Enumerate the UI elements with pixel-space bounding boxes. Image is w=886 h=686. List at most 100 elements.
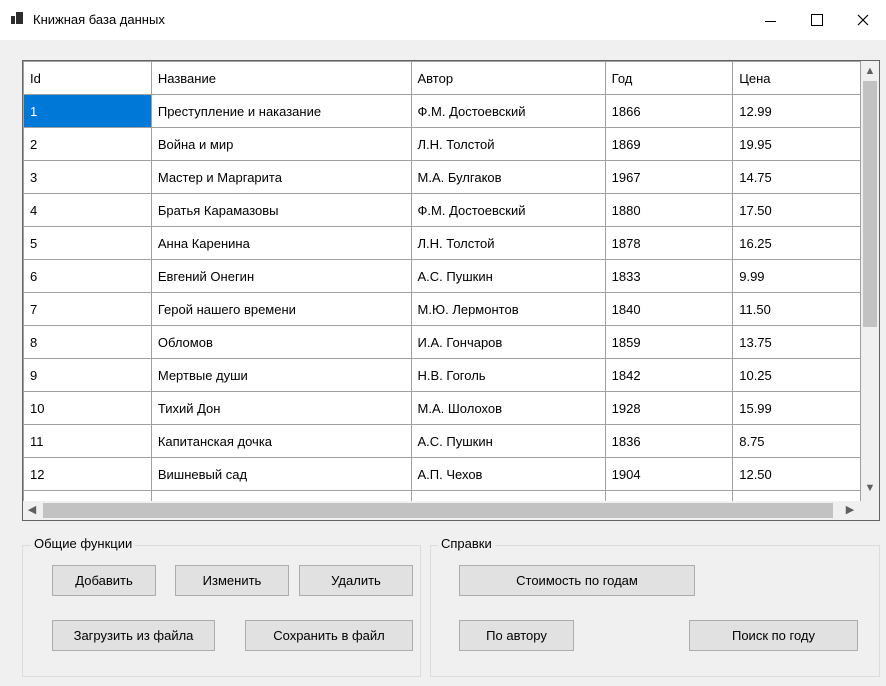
column-header-year[interactable]: Год <box>604 61 734 95</box>
load-from-file-button[interactable]: Загрузить из файла <box>52 620 215 651</box>
cell-title[interactable]: Тихий Дон <box>150 391 412 425</box>
cell-year[interactable]: 1840 <box>604 292 734 326</box>
table-row-partial[interactable] <box>23 490 861 501</box>
cell-id[interactable]: 9 <box>23 358 152 392</box>
table-row[interactable]: 2 Война и мир Л.Н. Толстой 1869 19.95 <box>23 127 861 161</box>
cell-year[interactable]: 1967 <box>604 160 734 194</box>
cell-id[interactable]: 8 <box>23 325 152 359</box>
search-by-year-button[interactable]: Поиск по году <box>689 620 858 651</box>
cell-price[interactable]: 15.99 <box>732 391 861 425</box>
table-row[interactable]: 4 Братья Карамазовы Ф.М. Достоевский 188… <box>23 193 861 227</box>
cell-title[interactable]: Вишневый сад <box>150 457 412 491</box>
cell-year[interactable]: 1836 <box>604 424 734 458</box>
cell-title[interactable]: Мертвые души <box>150 358 412 392</box>
cell-title[interactable]: Евгений Онегин <box>150 259 412 293</box>
table-row[interactable]: 11 Капитанская дочка А.С. Пушкин 1836 8.… <box>23 424 861 458</box>
cell-year[interactable]: 1866 <box>604 94 734 128</box>
cell-year[interactable]: 1880 <box>604 193 734 227</box>
cell-title[interactable]: Обломов <box>150 325 412 359</box>
vertical-scrollbar[interactable]: ▲ ▼ <box>861 61 879 501</box>
cell-year[interactable] <box>604 490 734 501</box>
cell-author[interactable]: М.А. Шолохов <box>410 391 606 425</box>
column-header-title[interactable]: Название <box>150 61 412 95</box>
edit-button[interactable]: Изменить <box>175 565 289 596</box>
delete-button[interactable]: Удалить <box>299 565 413 596</box>
table-row[interactable]: 1 Преступление и наказание Ф.М. Достоевс… <box>23 94 861 128</box>
close-button[interactable] <box>840 0 886 40</box>
cell-id[interactable]: 6 <box>23 259 152 293</box>
cell-title[interactable]: Капитанская дочка <box>150 424 412 458</box>
cell-author[interactable]: Л.Н. Толстой <box>410 127 606 161</box>
cell-title[interactable]: Братья Карамазовы <box>150 193 412 227</box>
horizontal-scrollbar[interactable]: ◀ ▶ <box>23 501 861 520</box>
cell-price[interactable]: 9.99 <box>732 259 861 293</box>
by-author-button[interactable]: По автору <box>459 620 574 651</box>
cell-title[interactable]: Преступление и наказание <box>150 94 412 128</box>
table-row[interactable]: 6 Евгений Онегин А.С. Пушкин 1833 9.99 <box>23 259 861 293</box>
cell-author[interactable] <box>410 490 606 501</box>
cell-year[interactable]: 1904 <box>604 457 734 491</box>
table-row[interactable]: 7 Герой нашего времени М.Ю. Лермонтов 18… <box>23 292 861 326</box>
table-row[interactable]: 10 Тихий Дон М.А. Шолохов 1928 15.99 <box>23 391 861 425</box>
cell-author[interactable]: И.А. Гончаров <box>410 325 606 359</box>
cell-author[interactable]: Ф.М. Достоевский <box>410 193 606 227</box>
cell-price[interactable]: 12.99 <box>732 94 861 128</box>
cell-year[interactable]: 1859 <box>604 325 734 359</box>
cell-year[interactable]: 1878 <box>604 226 734 260</box>
table-row[interactable]: 3 Мастер и Маргарита М.А. Булгаков 1967 … <box>23 160 861 194</box>
cell-title[interactable] <box>150 490 412 501</box>
horizontal-scroll-thumb[interactable] <box>43 503 833 518</box>
cell-author[interactable]: Л.Н. Толстой <box>410 226 606 260</box>
cell-price[interactable]: 11.50 <box>732 292 861 326</box>
table-row[interactable]: 9 Мертвые души Н.В. Гоголь 1842 10.25 <box>23 358 861 392</box>
save-to-file-button[interactable]: Сохранить в файл <box>245 620 413 651</box>
cell-author[interactable]: А.С. Пушкин <box>410 424 606 458</box>
cell-id[interactable]: 11 <box>23 424 152 458</box>
cell-id[interactable]: 5 <box>23 226 152 260</box>
cell-price[interactable]: 19.95 <box>732 127 861 161</box>
cell-price[interactable]: 13.75 <box>732 325 861 359</box>
cell-price[interactable]: 16.25 <box>732 226 861 260</box>
cost-by-year-button[interactable]: Стоимость по годам <box>459 565 695 596</box>
table-row[interactable]: 12 Вишневый сад А.П. Чехов 1904 12.50 <box>23 457 861 491</box>
cell-id[interactable]: 2 <box>23 127 152 161</box>
cell-id[interactable]: 12 <box>23 457 152 491</box>
cell-author[interactable]: М.Ю. Лермонтов <box>410 292 606 326</box>
cell-price[interactable]: 17.50 <box>732 193 861 227</box>
cell-id[interactable]: 3 <box>23 160 152 194</box>
cell-price[interactable]: 14.75 <box>732 160 861 194</box>
cell-price[interactable] <box>732 490 861 501</box>
scroll-left-icon[interactable]: ◀ <box>23 501 41 519</box>
cell-year[interactable]: 1928 <box>604 391 734 425</box>
cell-author[interactable]: Н.В. Гоголь <box>410 358 606 392</box>
cell-price[interactable]: 10.25 <box>732 358 861 392</box>
scroll-down-icon[interactable]: ▼ <box>861 479 879 497</box>
column-header-price[interactable]: Цена <box>732 61 861 95</box>
cell-id[interactable] <box>23 490 152 501</box>
scroll-up-icon[interactable]: ▲ <box>861 62 879 80</box>
cell-price[interactable]: 8.75 <box>732 424 861 458</box>
cell-title[interactable]: Мастер и Маргарита <box>150 160 412 194</box>
cell-id[interactable]: 1 <box>23 94 152 128</box>
cell-title[interactable]: Герой нашего времени <box>150 292 412 326</box>
add-button[interactable]: Добавить <box>52 565 156 596</box>
cell-year[interactable]: 1869 <box>604 127 734 161</box>
cell-title[interactable]: Война и мир <box>150 127 412 161</box>
cell-title[interactable]: Анна Каренина <box>150 226 412 260</box>
minimize-button[interactable] <box>748 0 794 40</box>
cell-price[interactable]: 12.50 <box>732 457 861 491</box>
cell-author[interactable]: А.П. Чехов <box>410 457 606 491</box>
table-row[interactable]: 8 Обломов И.А. Гончаров 1859 13.75 <box>23 325 861 359</box>
cell-author[interactable]: Ф.М. Достоевский <box>410 94 606 128</box>
cell-year[interactable]: 1833 <box>604 259 734 293</box>
column-header-author[interactable]: Автор <box>410 61 606 95</box>
cell-id[interactable]: 10 <box>23 391 152 425</box>
maximize-button[interactable] <box>794 0 840 40</box>
cell-author[interactable]: М.А. Булгаков <box>410 160 606 194</box>
scroll-right-icon[interactable]: ▶ <box>841 501 859 519</box>
vertical-scroll-thumb[interactable] <box>863 81 877 327</box>
cell-author[interactable]: А.С. Пушкин <box>410 259 606 293</box>
cell-id[interactable]: 4 <box>23 193 152 227</box>
column-header-id[interactable]: Id <box>23 61 152 95</box>
table-row[interactable]: 5 Анна Каренина Л.Н. Толстой 1878 16.25 <box>23 226 861 260</box>
